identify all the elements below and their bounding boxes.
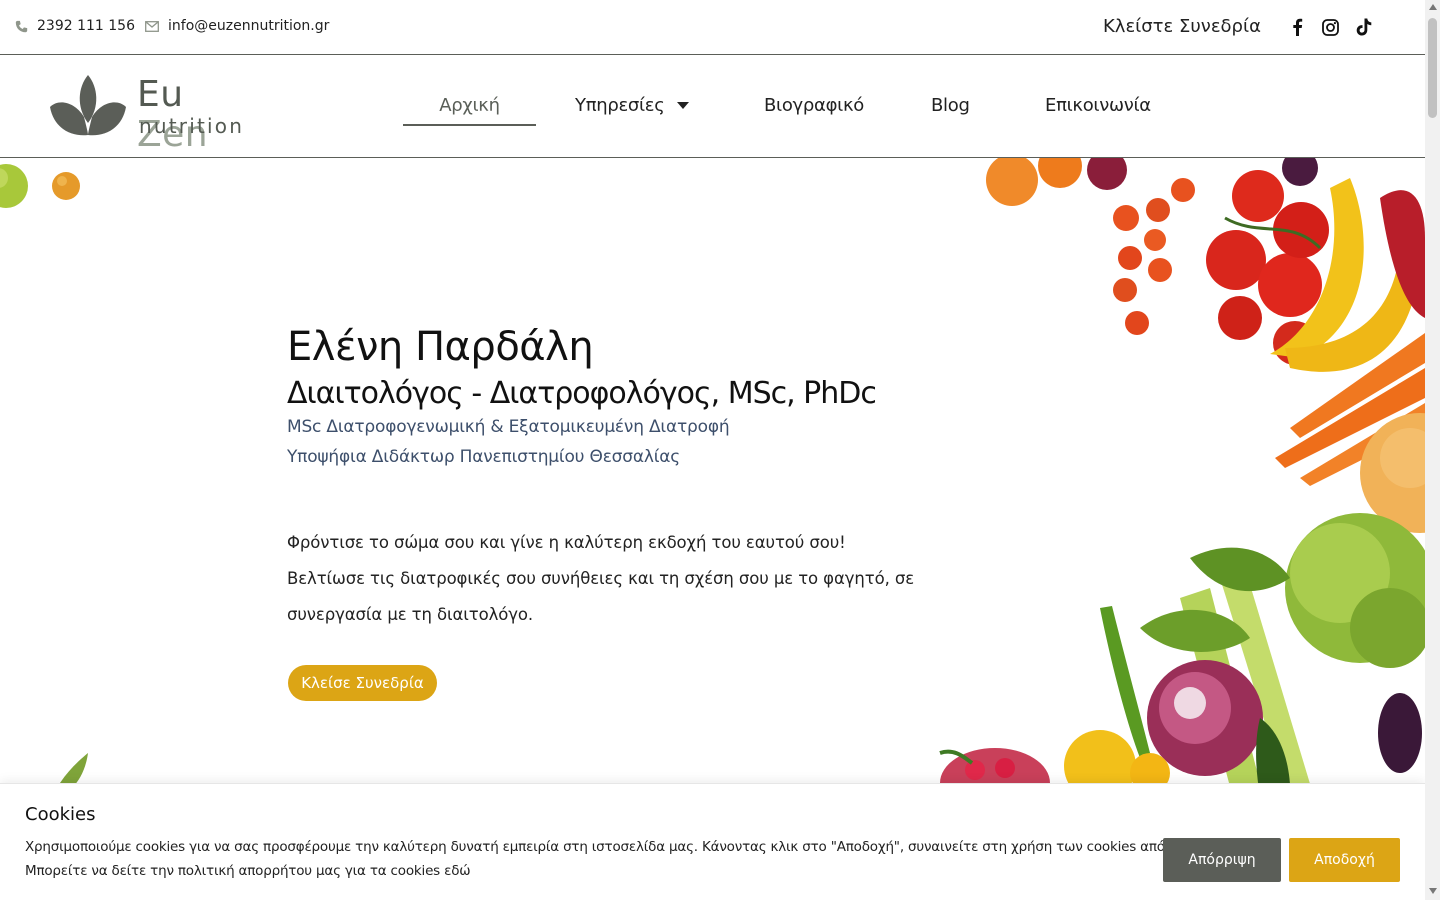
hero-body-line: Φρόντισε το σώμα σου και γίνε η καλύτερη… <box>287 533 846 552</box>
cookie-banner: Cookies Χρησιμοποιούμε cookies για να σα… <box>0 783 1425 900</box>
phone-number: 2392 111 156 <box>37 18 135 34</box>
active-nav-underline <box>403 124 536 126</box>
nav-item-contact[interactable]: Επικοινωνία <box>1045 95 1151 116</box>
envelope-icon <box>145 20 159 32</box>
accept-cookies-button[interactable]: Αποδοχή <box>1289 838 1400 882</box>
hero-body-line: Βελτίωσε τις διατροφικές σου συνήθειες κ… <box>287 569 915 588</box>
page-scrollbar[interactable] <box>1425 0 1440 900</box>
nav-item-bio[interactable]: Βιογραφικό <box>764 95 864 116</box>
site-header: Eu Zen nutrition Αρχική Υπηρεσίες Βιογρα… <box>0 55 1425 158</box>
book-session-button[interactable]: Κλείσε Συνεδρία <box>288 665 437 701</box>
caret-down-icon <box>676 102 689 109</box>
cookie-policy-link[interactable]: Μπορείτε να δείτε την πολιτική απορρήτου… <box>25 863 471 879</box>
email-address: info@euzennutrition.gr <box>168 18 330 34</box>
main-nav: Αρχική Υπηρεσίες Βιογραφικό Blog Επικοιν… <box>0 55 1425 158</box>
reject-cookies-button[interactable]: Απόρριψη <box>1163 838 1281 882</box>
email-contact[interactable]: info@euzennutrition.gr <box>145 18 329 34</box>
top-bar: 2392 111 156 info@euzennutrition.gr Κλεί… <box>0 0 1425 55</box>
credential-line: Υποψήφια Διδάκτωρ Πανεπιστημίου Θεσσαλία… <box>287 447 681 467</box>
book-session-link[interactable]: Κλείστε Συνεδρία <box>1103 16 1261 37</box>
cookie-banner-text: Χρησιμοποιούμε cookies για να σας προσφέ… <box>25 839 1205 855</box>
hero-name: Ελένη Παρδάλη <box>287 324 594 370</box>
instagram-icon[interactable] <box>1320 17 1340 37</box>
phone-contact[interactable]: 2392 111 156 <box>15 18 135 34</box>
scroll-down-arrow-icon[interactable] <box>1429 888 1437 894</box>
nav-item-blog[interactable]: Blog <box>931 95 970 116</box>
phone-icon <box>15 20 28 32</box>
nav-item-services-label: Υπηρεσίες <box>575 95 665 116</box>
facebook-icon[interactable] <box>1287 17 1307 37</box>
scroll-up-arrow-icon[interactable] <box>1429 4 1437 10</box>
cookie-banner-title: Cookies <box>25 804 96 825</box>
tiktok-icon[interactable] <box>1354 17 1374 37</box>
scrollbar-thumb[interactable] <box>1428 18 1437 118</box>
nav-item-services[interactable]: Υπηρεσίες <box>575 95 689 116</box>
credential-line: MSc Διατροφογενωμική & Εξατομικευμένη Δι… <box>287 417 730 437</box>
nav-item-home[interactable]: Αρχική <box>403 95 536 116</box>
hero-title: Διαιτολόγος - Διατροφολόγος, MSc, PhDc <box>287 376 877 411</box>
hero-body-line: συνεργασία με τη διαιτολόγο. <box>287 605 534 624</box>
